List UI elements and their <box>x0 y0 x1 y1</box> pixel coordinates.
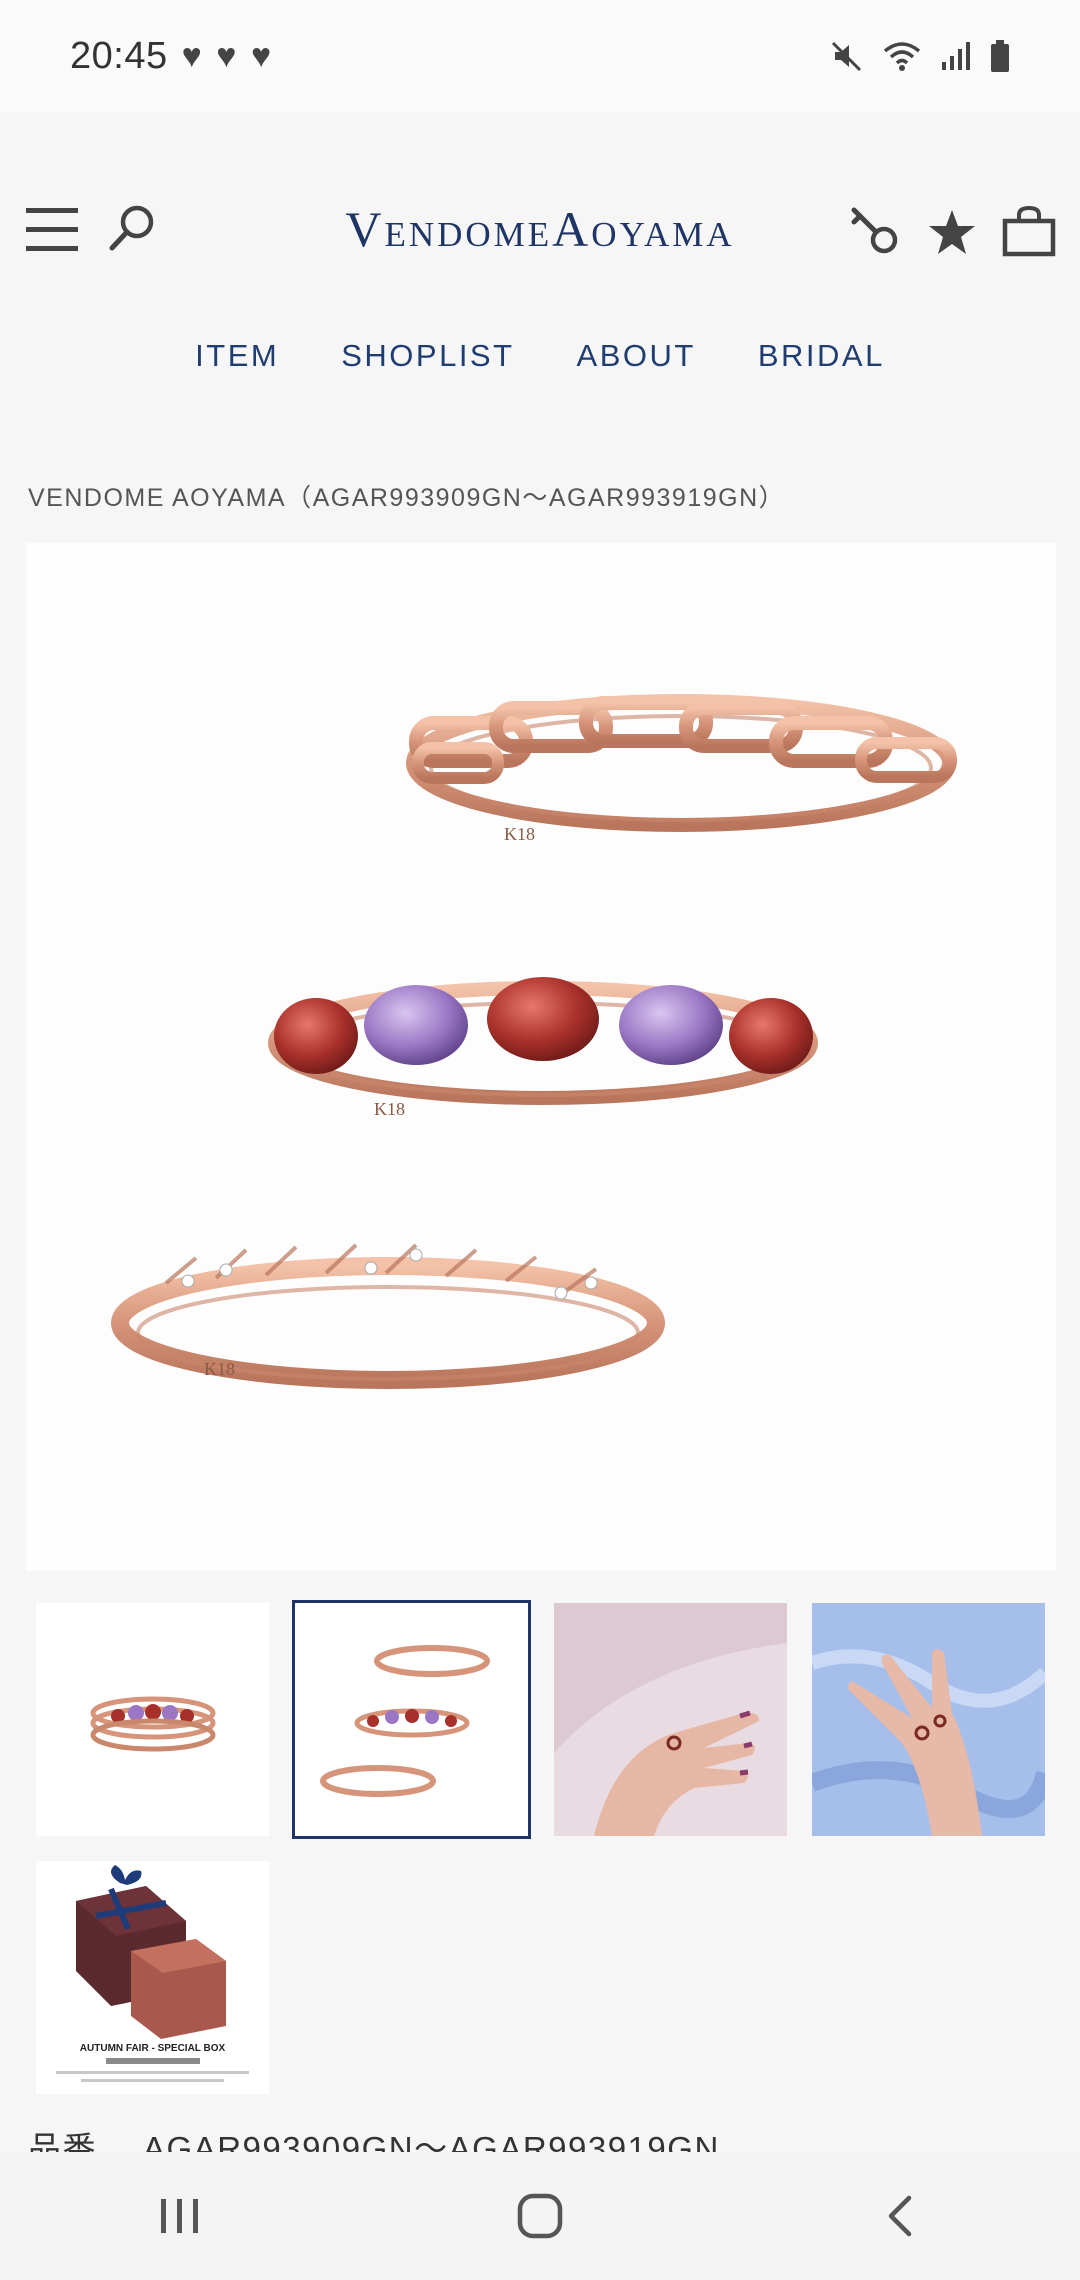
product-spec-row: 品番 AGAR993909GN〜AGAR993919GN <box>28 2122 720 2156</box>
thumbnail-hand-with-rings-pink[interactable] <box>554 1603 787 1836</box>
system-nav-bar <box>0 2152 1080 2280</box>
chain-ring: K18 <box>406 694 957 844</box>
heart-icon: ♥ <box>216 37 237 75</box>
bag-icon[interactable] <box>1000 202 1058 260</box>
nav-item-about[interactable]: ABOUT <box>577 338 696 374</box>
star-icon[interactable] <box>924 204 980 260</box>
svg-text:K18: K18 <box>504 824 535 844</box>
status-time-group: 20:45 ♥ ♥ ♥ <box>70 35 272 78</box>
special-box-sub-bar <box>106 2058 200 2064</box>
nav-item-item[interactable]: ITEM <box>195 338 279 374</box>
mute-icon <box>831 41 862 72</box>
back-icon[interactable] <box>860 2176 940 2256</box>
home-icon[interactable] <box>500 2176 580 2256</box>
thumbnail-hand-with-rings-blue[interactable] <box>812 1603 1045 1836</box>
heart-icon: ♥ <box>250 37 272 75</box>
wifi-icon <box>883 42 921 71</box>
status-bar: 20:45 ♥ ♥ ♥ <box>0 0 1080 112</box>
recent-apps-icon[interactable] <box>140 2176 220 2256</box>
breadcrumb: VENDOME AOYAMA（AGAR993909GN〜AGAR993919GN… <box>28 484 786 512</box>
svg-text:K18: K18 <box>374 1099 405 1119</box>
special-box-caption: AUTUMN FAIR - SPECIAL BOX <box>79 2043 226 2054</box>
thumbnail-three-rings[interactable] <box>292 1600 531 1839</box>
special-box-fine-print-2 <box>81 2079 224 2082</box>
status-icons <box>830 39 1010 73</box>
heart-icon: ♥ <box>181 37 203 75</box>
main-nav: ITEM SHOPLIST ABOUT BRIDAL <box>0 338 1080 374</box>
svg-text:K18: K18 <box>204 1359 235 1379</box>
product-main-image[interactable]: K18 K18 K18 <box>26 543 1056 1571</box>
special-box-fine-print <box>56 2071 249 2074</box>
signal-icon <box>942 42 970 70</box>
thumbnail-special-box[interactable]: AUTUMN FAIR - SPECIAL BOX <box>36 1861 269 2094</box>
twist-ring: K18 <box>111 1243 665 1389</box>
status-time: 20:45 <box>70 34 168 77</box>
thumbnail-stacked-rings[interactable] <box>36 1603 269 1836</box>
gemstone-ring: K18 <box>268 977 818 1119</box>
nav-item-shoplist[interactable]: SHOPLIST <box>341 338 514 374</box>
spec-value: AGAR993909GN〜AGAR993919GN <box>143 2130 720 2156</box>
nav-item-bridal[interactable]: BRIDAL <box>758 338 885 374</box>
battery-icon <box>991 40 1009 72</box>
brand-logo[interactable]: VendomeAoyama <box>0 200 1080 258</box>
key-icon[interactable] <box>846 202 902 258</box>
spec-label: 品番 <box>28 2130 97 2156</box>
site-header: VendomeAoyama <box>0 112 1080 347</box>
